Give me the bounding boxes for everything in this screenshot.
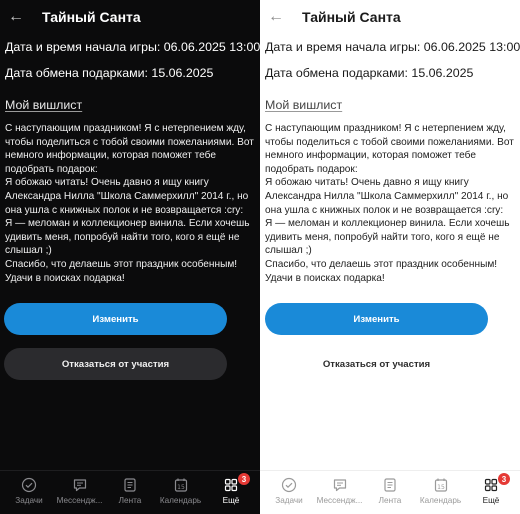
feed-icon xyxy=(124,478,136,492)
tab-tasks-label: Задачи xyxy=(275,496,303,505)
tab-more-label: Ещё xyxy=(482,496,500,505)
top-bar: ← Тайный Санта xyxy=(0,0,260,34)
decline-participation-button[interactable]: Отказаться от участия xyxy=(265,348,488,380)
tab-more[interactable]: 3 Ещё xyxy=(466,471,516,505)
notification-badge: 3 xyxy=(498,473,510,485)
check-circle-icon xyxy=(281,477,297,493)
light-theme-screen: ← Тайный Санта Дата и время начала игры:… xyxy=(260,0,520,514)
tab-messenger[interactable]: Мессендж... xyxy=(55,471,105,505)
game-start-datetime: Дата и время начала игры: 06.06.2025 13:… xyxy=(5,40,260,54)
chat-icon xyxy=(73,479,86,492)
wishlist-text: С наступающим праздником! Я с нетерпение… xyxy=(265,123,514,284)
notification-badge: 3 xyxy=(238,473,250,485)
tab-calendar-label: Календарь xyxy=(159,496,202,505)
tab-tasks[interactable]: Задачи xyxy=(4,471,54,505)
decline-participation-button[interactable]: Отказаться от участия xyxy=(4,348,227,380)
edit-button[interactable]: Изменить xyxy=(265,303,488,335)
tab-more-label: Ещё xyxy=(222,496,240,505)
tab-feed-label: Лента xyxy=(118,496,142,505)
page-title: Тайный Санта xyxy=(42,9,141,25)
tab-messenger[interactable]: Мессендж... xyxy=(315,471,365,505)
edit-button[interactable]: Изменить xyxy=(4,303,227,335)
game-start-datetime: Дата и время начала игры: 06.06.2025 13:… xyxy=(265,40,520,54)
tab-calendar-label: Календарь xyxy=(419,496,462,505)
check-circle-icon xyxy=(21,477,37,493)
calendar-day-number: 15 xyxy=(177,484,185,491)
tab-tasks-label: Задачи xyxy=(15,496,43,505)
page-title: Тайный Санта xyxy=(302,9,401,25)
bottom-tab-bar: Задачи Мессендж... Лента 15 Календарь 3 … xyxy=(0,470,260,514)
top-bar: ← Тайный Санта xyxy=(260,0,520,34)
back-arrow-icon[interactable]: ← xyxy=(268,9,288,25)
grid-icon xyxy=(484,478,498,492)
bottom-tab-bar: Задачи Мессендж... Лента 15 Календарь 3 … xyxy=(260,470,520,514)
tab-messenger-label: Мессендж... xyxy=(56,496,103,505)
tab-calendar[interactable]: 15 Календарь xyxy=(156,471,206,505)
gift-exchange-date: Дата обмена подарками: 15.06.2025 xyxy=(265,66,474,80)
gift-exchange-date: Дата обмена подарками: 15.06.2025 xyxy=(5,66,214,80)
calendar-day-number: 15 xyxy=(437,484,445,491)
grid-icon xyxy=(224,478,238,492)
tab-feed[interactable]: Лента xyxy=(105,471,155,505)
tab-feed[interactable]: Лента xyxy=(365,471,415,505)
dark-theme-screen: ← Тайный Санта Дата и время начала игры:… xyxy=(0,0,260,514)
calendar-icon: 15 xyxy=(434,478,447,492)
calendar-icon: 15 xyxy=(174,478,187,492)
tab-tasks[interactable]: Задачи xyxy=(264,471,314,505)
chat-icon xyxy=(333,479,346,492)
wishlist-heading[interactable]: Мой вишлист xyxy=(0,98,260,112)
tab-messenger-label: Мессендж... xyxy=(316,496,363,505)
feed-icon xyxy=(384,478,396,492)
back-arrow-icon[interactable]: ← xyxy=(8,9,28,25)
wishlist-heading[interactable]: Мой вишлист xyxy=(260,98,520,112)
tab-feed-label: Лента xyxy=(378,496,402,505)
wishlist-text: С наступающим праздником! Я с нетерпение… xyxy=(5,123,254,284)
tab-calendar[interactable]: 15 Календарь xyxy=(416,471,466,505)
tab-more[interactable]: 3 Ещё xyxy=(206,471,256,505)
